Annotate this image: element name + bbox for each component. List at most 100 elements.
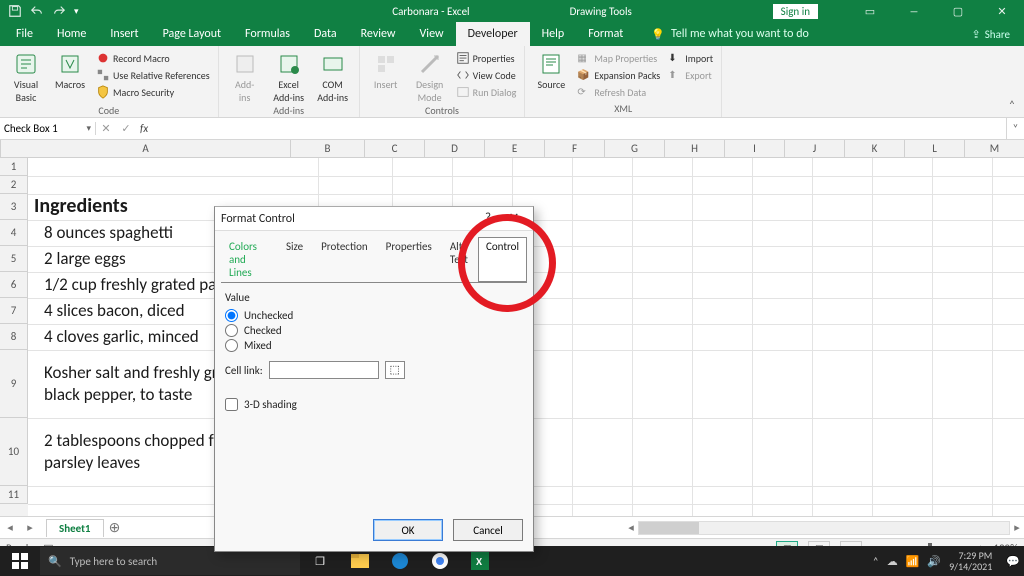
tab-home[interactable]: Home bbox=[45, 22, 98, 46]
tab-file[interactable]: File bbox=[4, 22, 45, 46]
insert-control-button[interactable]: Insert bbox=[366, 48, 406, 91]
source-button[interactable]: Source bbox=[531, 48, 571, 91]
enter-formula-icon[interactable]: ✓ bbox=[116, 122, 136, 135]
cell-a10[interactable]: 2 tablespoons chopped fresh parsley leav… bbox=[40, 430, 243, 474]
horizontal-scrollbar[interactable]: ◂ ▸ bbox=[624, 521, 1024, 535]
new-sheet-button[interactable]: ⊕ bbox=[104, 519, 126, 536]
tell-me-input[interactable] bbox=[671, 27, 871, 41]
column-header[interactable]: M bbox=[965, 140, 1024, 157]
macro-security-button[interactable]: Macro Security bbox=[94, 84, 212, 100]
cell-a3[interactable]: Ingredients bbox=[30, 194, 128, 218]
visual-basic-button[interactable]: Visual Basic bbox=[6, 48, 46, 104]
ok-button[interactable]: OK bbox=[373, 519, 443, 541]
row-header[interactable]: 4 bbox=[0, 220, 28, 246]
redo-icon[interactable] bbox=[52, 4, 66, 18]
cell-a7[interactable]: 4 slices bacon, diced bbox=[40, 300, 185, 321]
close-icon[interactable]: ✕ bbox=[980, 0, 1024, 22]
name-box-dropdown-icon[interactable]: ▾ bbox=[86, 123, 91, 134]
addins-button[interactable]: Add- ins bbox=[225, 48, 265, 104]
properties-button[interactable]: Properties bbox=[454, 50, 519, 66]
tray-volume-icon[interactable]: 🔊 bbox=[927, 555, 941, 568]
column-header[interactable]: C bbox=[365, 140, 425, 157]
fx-icon[interactable]: fx bbox=[140, 122, 148, 135]
cell-a8[interactable]: 4 cloves garlic, minced bbox=[40, 326, 199, 347]
cell-a4[interactable]: 8 ounces spaghetti bbox=[40, 222, 173, 243]
sheet-tab-active[interactable]: Sheet1 bbox=[46, 519, 104, 537]
tab-help[interactable]: Help bbox=[530, 22, 577, 46]
view-code-button[interactable]: View Code bbox=[454, 67, 519, 83]
dlg-tab-size[interactable]: Size bbox=[278, 237, 311, 282]
dlg-tab-properties[interactable]: Properties bbox=[378, 237, 440, 282]
cell-link-ref-button[interactable]: ⬚ bbox=[385, 361, 405, 379]
share-button[interactable]: ⇪ Share bbox=[958, 22, 1024, 46]
tab-view[interactable]: View bbox=[408, 22, 456, 46]
expansion-packs-button[interactable]: 📦Expansion Packs bbox=[575, 67, 662, 83]
column-header[interactable]: B bbox=[291, 140, 365, 157]
dlg-tab-colors[interactable]: Colors and Lines bbox=[221, 237, 276, 282]
undo-icon[interactable] bbox=[30, 4, 44, 18]
scroll-thumb[interactable] bbox=[639, 522, 699, 534]
column-header[interactable]: K bbox=[845, 140, 905, 157]
design-mode-button[interactable]: Design Mode bbox=[410, 48, 450, 104]
column-header[interactable]: E bbox=[485, 140, 545, 157]
tab-developer[interactable]: Developer bbox=[456, 22, 530, 46]
ribbon-options-icon[interactable]: ▭ bbox=[848, 0, 892, 22]
name-box[interactable]: Check Box 1 ▾ bbox=[0, 122, 96, 135]
start-button[interactable] bbox=[0, 553, 40, 569]
row-header[interactable]: 6 bbox=[0, 272, 28, 298]
column-header[interactable]: F bbox=[545, 140, 605, 157]
row-header[interactable]: 7 bbox=[0, 298, 28, 324]
row-header[interactable]: 9 bbox=[0, 350, 28, 418]
taskbar-clock[interactable]: 7:29 PM 9/14/2021 bbox=[949, 550, 998, 572]
tray-onedrive-icon[interactable]: ☁ bbox=[887, 555, 898, 568]
column-header[interactable]: H bbox=[665, 140, 725, 157]
sheet-nav-prev-icon[interactable]: ◂ bbox=[0, 521, 20, 534]
refresh-data-button[interactable]: ⟳Refresh Data bbox=[575, 84, 662, 100]
row-header[interactable]: 11 bbox=[0, 486, 28, 504]
cancel-button[interactable]: Cancel bbox=[453, 519, 523, 541]
collapse-ribbon-icon[interactable]: ˄ bbox=[1000, 46, 1024, 117]
tab-data[interactable]: Data bbox=[302, 22, 349, 46]
scroll-left-icon[interactable]: ◂ bbox=[624, 521, 638, 534]
radio-mixed[interactable]: Mixed bbox=[225, 338, 523, 353]
tab-format[interactable]: Format bbox=[576, 22, 635, 46]
tab-formulas[interactable]: Formulas bbox=[233, 22, 302, 46]
radio-checked[interactable]: Checked bbox=[225, 323, 523, 338]
import-button[interactable]: ⬇Import bbox=[666, 50, 715, 66]
column-header[interactable]: J bbox=[785, 140, 845, 157]
row-header[interactable]: 3 bbox=[0, 194, 28, 220]
cell-link-input[interactable] bbox=[269, 361, 379, 379]
run-dialog-button[interactable]: Run Dialog bbox=[454, 84, 519, 100]
tab-review[interactable]: Review bbox=[349, 22, 408, 46]
checkbox-3d-shading[interactable]: 3-D shading bbox=[225, 397, 523, 412]
notifications-icon[interactable]: 💬 bbox=[1006, 555, 1020, 568]
use-relative-button[interactable]: Use Relative References bbox=[94, 67, 212, 83]
row-header[interactable]: 2 bbox=[0, 176, 28, 194]
sign-in-button[interactable]: Sign in bbox=[773, 4, 818, 19]
tell-me-box[interactable]: 💡 bbox=[651, 22, 871, 46]
scroll-right-icon[interactable]: ▸ bbox=[1010, 521, 1024, 534]
expand-formula-bar-icon[interactable]: ˅ bbox=[1006, 118, 1024, 139]
column-header[interactable]: L bbox=[905, 140, 965, 157]
save-icon[interactable] bbox=[8, 4, 22, 18]
column-header[interactable]: G bbox=[605, 140, 665, 157]
sheet-nav-next-icon[interactable]: ▸ bbox=[20, 521, 40, 534]
maximize-icon[interactable]: ▢ bbox=[936, 0, 980, 22]
export-button[interactable]: ⬆Export bbox=[666, 67, 715, 83]
macros-button[interactable]: Macros bbox=[50, 48, 90, 91]
minimize-icon[interactable]: ― bbox=[892, 0, 936, 22]
cell-a5[interactable]: 2 large eggs bbox=[40, 248, 126, 269]
cancel-formula-icon[interactable]: ✕ bbox=[96, 122, 116, 135]
dlg-tab-protection[interactable]: Protection bbox=[313, 237, 376, 282]
excel-addins-button[interactable]: Excel Add-ins bbox=[269, 48, 309, 104]
column-header[interactable]: D bbox=[425, 140, 485, 157]
tab-page-layout[interactable]: Page Layout bbox=[151, 22, 233, 46]
row-header[interactable]: 1 bbox=[0, 158, 28, 176]
record-macro-button[interactable]: Record Macro bbox=[94, 50, 212, 66]
column-header[interactable]: I bbox=[725, 140, 785, 157]
map-properties-button[interactable]: ▦Map Properties bbox=[575, 50, 662, 66]
radio-unchecked[interactable]: Unchecked bbox=[225, 308, 523, 323]
row-header[interactable]: 10 bbox=[0, 418, 28, 486]
tray-chevron-icon[interactable]: ˄ bbox=[873, 555, 879, 568]
row-header[interactable]: 8 bbox=[0, 324, 28, 350]
